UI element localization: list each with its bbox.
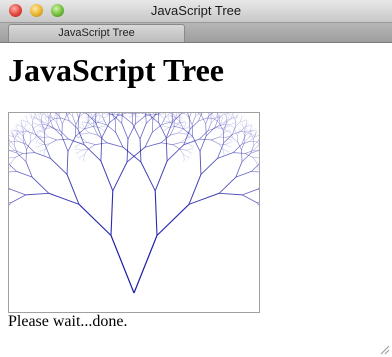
window-title: JavaScript Tree [150,3,242,18]
window-titlebar: JavaScript Tree [0,0,392,23]
tab-bar: JavaScript Tree [0,23,392,43]
status-text: Please wait...done. [8,313,128,330]
fractal-tree-drawing [9,113,259,294]
resize-grip-icon[interactable] [378,343,390,355]
tree-canvas [8,112,260,313]
page-title: JavaScript Tree [8,52,224,88]
tab-javascript-tree[interactable]: JavaScript Tree [8,24,185,42]
